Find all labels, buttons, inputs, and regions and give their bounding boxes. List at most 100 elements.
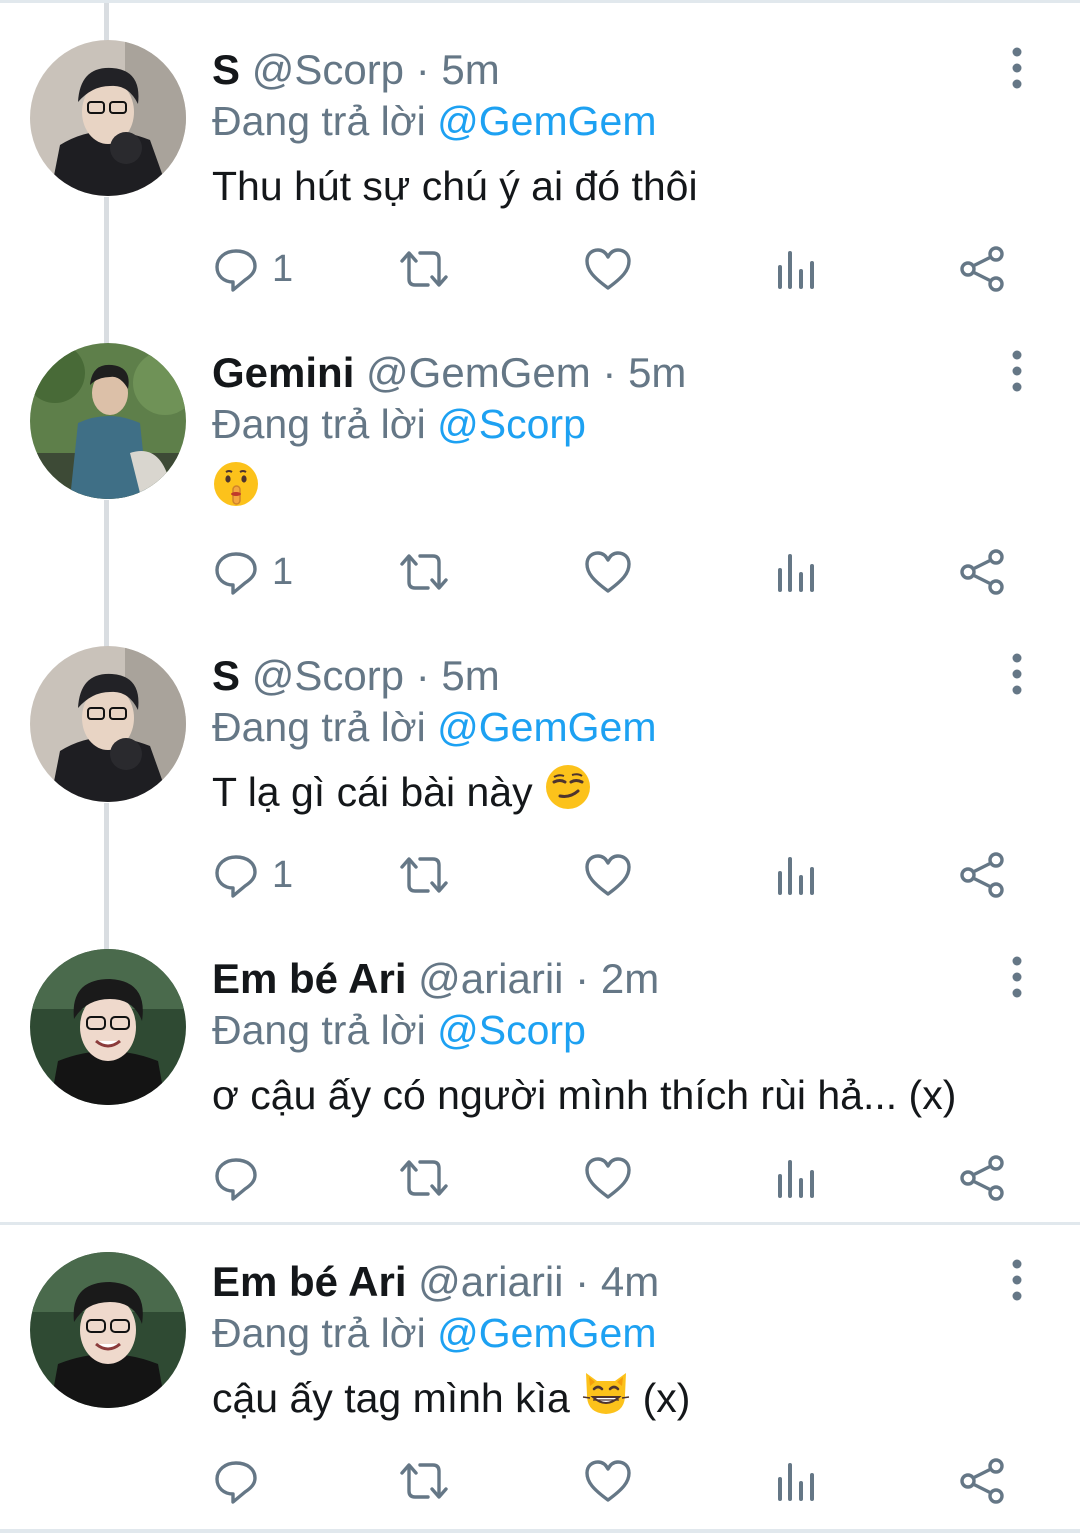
user-handle[interactable]: @Scorp	[252, 46, 404, 93]
mention-link[interactable]: @Scorp	[437, 1007, 586, 1053]
tweet-text-content: Thu hút sự chú ý ai đó thôi	[212, 163, 698, 209]
avatar-outdoor-blue-shirt	[30, 343, 186, 499]
replying-to: Đang trả lời @GemGem	[212, 699, 656, 755]
like-button[interactable]	[583, 537, 633, 607]
avatar-dark-hair-glasses	[30, 40, 186, 196]
more-options-button[interactable]	[1000, 38, 1034, 98]
reply-icon	[215, 1158, 257, 1201]
like-button[interactable]	[583, 1446, 633, 1516]
display-name[interactable]: S	[212, 652, 240, 699]
reply-button[interactable]	[212, 1446, 260, 1516]
action-bar: 1	[0, 840, 1080, 910]
avatar[interactable]	[30, 343, 186, 499]
share-button[interactable]	[958, 234, 1006, 304]
tweet[interactable]: Gemini @GemGem · 5m Đang trả lời @Scorp …	[0, 303, 1080, 623]
like-icon	[585, 1157, 631, 1199]
tweet-text-content: cậu ấy tag mình kìa	[212, 1375, 570, 1421]
timestamp[interactable]: 5m	[628, 349, 686, 396]
share-icon	[960, 246, 1004, 292]
reply-button[interactable]: 1	[212, 234, 293, 304]
retweet-button[interactable]	[396, 234, 452, 304]
reply-button[interactable]: 1	[212, 537, 293, 607]
user-handle[interactable]: @ariarii	[418, 955, 563, 1002]
more-icon	[1012, 47, 1022, 89]
analytics-button[interactable]	[774, 537, 818, 607]
more-icon	[1012, 956, 1022, 998]
reply-icon	[215, 855, 257, 898]
display-name[interactable]: S	[212, 46, 240, 93]
share-button[interactable]	[958, 1446, 1006, 1516]
user-handle[interactable]: @ariarii	[418, 1258, 563, 1305]
avatar[interactable]	[30, 949, 186, 1105]
replying-to: Đang trả lời @GemGem	[212, 93, 656, 149]
tweet-text-content: T lạ gì cái bài này	[212, 769, 533, 815]
timestamp[interactable]: 2m	[601, 955, 659, 1002]
more-options-button[interactable]	[1000, 1250, 1034, 1310]
more-icon	[1012, 1259, 1022, 1301]
avatar-smiling-glasses	[30, 949, 186, 1105]
separator-dot: ·	[575, 1258, 590, 1305]
reply-count: 1	[272, 853, 294, 896]
reply-button[interactable]	[212, 1143, 260, 1213]
display-name[interactable]: Em bé Ari	[212, 1258, 407, 1305]
retweet-button[interactable]	[396, 537, 452, 607]
like-button[interactable]	[583, 234, 633, 304]
tweet-text: Thu hút sự chú ý ai đó thôi	[212, 156, 698, 216]
replying-to-label: Đang trả lời	[212, 1007, 426, 1053]
analytics-button[interactable]	[774, 234, 818, 304]
mention-link[interactable]: @GemGem	[437, 98, 656, 144]
timestamp[interactable]: 5m	[441, 46, 499, 93]
more-icon	[1012, 653, 1022, 695]
tweet[interactable]: Em bé Ari @ariarii · 2m Đang trả lời @Sc…	[0, 909, 1080, 1224]
share-button[interactable]	[958, 1143, 1006, 1213]
tweet-header: Gemini @GemGem · 5m	[212, 345, 686, 401]
replying-to-label: Đang trả lời	[212, 1310, 426, 1356]
analytics-button[interactable]	[774, 1446, 818, 1516]
user-handle[interactable]: @Scorp	[252, 652, 404, 699]
shushing-face-emoji	[212, 460, 260, 524]
mention-link[interactable]: @Scorp	[437, 401, 586, 447]
user-handle[interactable]: @GemGem	[366, 349, 591, 396]
retweet-button[interactable]	[396, 840, 452, 910]
reply-icon	[215, 1461, 257, 1504]
avatar[interactable]	[30, 646, 186, 802]
share-button[interactable]	[958, 840, 1006, 910]
smirking-face-emoji	[544, 763, 592, 827]
analytics-icon	[778, 251, 814, 289]
timestamp[interactable]: 4m	[601, 1258, 659, 1305]
reply-count: 1	[272, 550, 294, 593]
analytics-icon	[778, 1463, 814, 1501]
retweet-button[interactable]	[396, 1446, 452, 1516]
replying-to: Đang trả lời @Scorp	[212, 396, 586, 452]
retweet-button[interactable]	[396, 1143, 452, 1213]
reply-icon	[215, 552, 257, 595]
share-icon	[960, 549, 1004, 595]
avatar[interactable]	[30, 1252, 186, 1408]
more-options-button[interactable]	[1000, 644, 1034, 704]
more-options-button[interactable]	[1000, 341, 1034, 401]
replying-to: Đang trả lời @Scorp	[212, 1002, 586, 1058]
analytics-button[interactable]	[774, 1143, 818, 1213]
tweet[interactable]: S @Scorp · 5m Đang trả lời @GemGem T lạ …	[0, 606, 1080, 926]
display-name[interactable]: Em bé Ari	[212, 955, 407, 1002]
like-button[interactable]	[583, 1143, 633, 1213]
tweet[interactable]: S @Scorp · 5m Đang trả lời @GemGem Thu h…	[0, 0, 1080, 320]
timestamp[interactable]: 5m	[441, 652, 499, 699]
avatar-smiling-glasses	[30, 1252, 186, 1408]
like-button[interactable]	[583, 840, 633, 910]
action-bar: 1	[0, 537, 1080, 607]
share-button[interactable]	[958, 537, 1006, 607]
mention-link[interactable]: @GemGem	[437, 704, 656, 750]
tweet[interactable]: Em bé Ari @ariarii · 4m Đang trả lời @Ge…	[0, 1212, 1080, 1529]
retweet-icon	[400, 857, 448, 893]
mention-link[interactable]: @GemGem	[437, 1310, 656, 1356]
analytics-button[interactable]	[774, 840, 818, 910]
action-bar	[0, 1143, 1080, 1213]
more-options-button[interactable]	[1000, 947, 1034, 1007]
replying-to-label: Đang trả lời	[212, 401, 426, 447]
tweet-text-content: ơ cậu ấy có người mình thích rùi hả... (…	[212, 1072, 957, 1118]
avatar[interactable]	[30, 40, 186, 196]
reply-button[interactable]: 1	[212, 840, 293, 910]
share-icon	[960, 1458, 1004, 1504]
display-name[interactable]: Gemini	[212, 349, 354, 396]
